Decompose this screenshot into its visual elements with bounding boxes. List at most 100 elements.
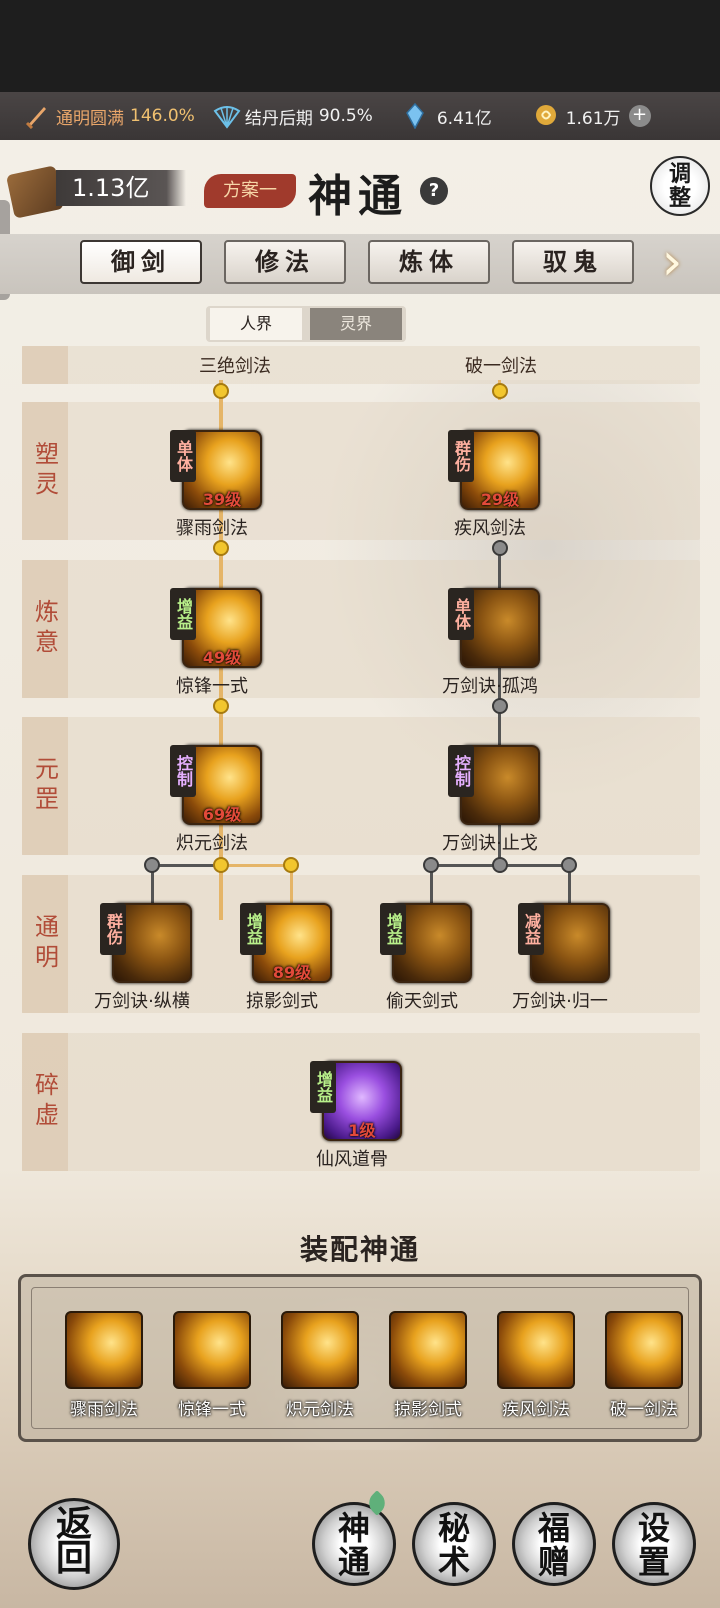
skill-guiyi[interactable]: 减益 万剑诀·归一: [490, 903, 630, 1023]
tab-yugui[interactable]: 驭鬼: [512, 240, 634, 284]
tier-label-lianyi: 炼意: [22, 560, 68, 698]
skill-type-tag: 控制: [448, 745, 474, 797]
skill-type-tag: 增益: [170, 588, 196, 640]
gold-coin-icon: [534, 103, 560, 129]
skill-toutian[interactable]: 增益 偷天剑式: [352, 903, 492, 1023]
tier-row-lianyi: 炼意: [22, 560, 700, 698]
skill-name: 惊锋一式: [176, 676, 248, 697]
skill-name: 万剑诀·孤鸿: [442, 676, 538, 697]
skill-lueying[interactable]: 增益 89级 掠影剑式: [212, 903, 352, 1023]
skill-type-tag: 单体: [170, 430, 196, 482]
equip-section-title: 装配神通: [299, 1233, 420, 1266]
tier-row-partial: [22, 346, 700, 384]
nav-fuzeng-top: 福: [537, 1509, 570, 1547]
realm-human[interactable]: 人界: [210, 308, 302, 340]
chevron-right-icon[interactable]: ›: [654, 236, 690, 290]
skill-icon: [605, 1311, 683, 1389]
skill-name: 偷天剑式: [386, 991, 458, 1012]
nav-shentong-top: 神: [337, 1509, 370, 1547]
skill-icon: [173, 1311, 251, 1389]
equip-slot-3[interactable]: 炽元剑法: [267, 1311, 367, 1421]
tier-row-suling: 塑灵: [22, 402, 700, 540]
adjust-label-bottom: 整: [668, 185, 691, 211]
back-label-bottom: 回: [55, 1537, 92, 1579]
resource-bar: 通明圆满 146.0% 结丹后期 90.5% 6.41亿 1.61万 +: [0, 92, 720, 140]
skill-name-sanjue[interactable]: 三绝剑法: [180, 352, 290, 378]
currency-amount: 1.13亿: [56, 170, 186, 206]
nav-shentong-button[interactable]: 神 通: [312, 1502, 396, 1586]
skill-name: 万剑诀·止戈: [442, 833, 538, 854]
skill-level: 1级: [348, 1121, 376, 1140]
sword-icon: [24, 103, 50, 130]
stage-value: 90.5%: [318, 106, 373, 126]
skill-type-tag: 减益: [518, 903, 544, 955]
nav-fuzeng-bottom: 赠: [537, 1543, 570, 1581]
cultivation-stat[interactable]: 通明圆满 146.0%: [24, 103, 195, 130]
tier-label-yuangang: 元罡: [22, 717, 68, 855]
nav-shezhi-button[interactable]: 设 置: [612, 1502, 696, 1586]
skill-jifeng[interactable]: 群伤 29级 疾风剑法: [420, 430, 560, 550]
back-label-top: 返: [55, 1503, 92, 1545]
skill-level: 29级: [480, 490, 520, 509]
skill-zhouyu[interactable]: 单体 39级 骤雨剑法: [142, 430, 282, 550]
skill-type-tag: 控制: [170, 745, 196, 797]
equip-slot-name: 骤雨剑法: [70, 1400, 138, 1420]
cultivation-label: 通明圆满: [56, 108, 124, 129]
stage-label: 结丹后期: [244, 108, 313, 129]
back-button[interactable]: 返 回: [28, 1498, 120, 1590]
page-title: 神通: [308, 171, 408, 222]
add-gold-button[interactable]: +: [628, 105, 651, 127]
skill-type-tag: 单体: [448, 588, 474, 640]
page-header: 1.13亿 方案一 神通 ? 调 整: [0, 150, 720, 228]
stage-stat[interactable]: 结丹后期 90.5%: [213, 103, 373, 129]
tier-label-suixu: 碎虚: [22, 1033, 68, 1171]
skill-jingfeng[interactable]: 增益 49级 惊锋一式: [142, 588, 282, 708]
skill-zhige[interactable]: 控制 万剑诀·止戈: [420, 745, 560, 865]
skill-zongheng[interactable]: 群伤 万剑诀·纵横: [72, 903, 212, 1023]
node-locked: [561, 857, 577, 873]
top-decor-band: [0, 0, 720, 92]
tab-lianti[interactable]: 炼体: [368, 240, 490, 284]
gold-stat[interactable]: 1.61万 +: [534, 103, 651, 129]
nav-shezhi-top: 设: [637, 1509, 670, 1547]
equip-slot-5[interactable]: 疾风剑法: [483, 1311, 583, 1421]
cultivation-value: 146.0%: [130, 106, 195, 126]
help-icon[interactable]: ?: [420, 177, 448, 205]
equip-slot-name: 炽元剑法: [286, 1400, 354, 1420]
tier-row-yuangang: 元罡: [22, 717, 700, 855]
skill-level: 89级: [272, 963, 312, 982]
skill-type-tag: 群伤: [100, 903, 126, 955]
adjust-label-top: 调: [668, 161, 691, 187]
equip-panel: 骤雨剑法 惊锋一式 炽元剑法 掠影剑式 疾风剑法 破一剑法: [18, 1274, 702, 1442]
skill-guhong[interactable]: 单体 万剑诀·孤鸿: [420, 588, 560, 708]
skill-chiyuan[interactable]: 控制 69级 炽元剑法: [142, 745, 282, 865]
skill-icon: [389, 1311, 467, 1389]
skill-name: 炽元剑法: [176, 833, 248, 854]
adjust-button[interactable]: 调 整: [650, 156, 710, 216]
skill-icon: [497, 1311, 575, 1389]
equip-slot-2[interactable]: 惊锋一式: [159, 1311, 259, 1421]
nav-mishu-button[interactable]: 秘 术: [412, 1502, 496, 1586]
tab-xiufa[interactable]: 修法: [224, 240, 346, 284]
plan-selector[interactable]: 方案一: [204, 174, 296, 208]
spirit-crystal-icon: [405, 102, 431, 130]
equip-slot-name: 惊锋一式: [178, 1400, 246, 1420]
equip-slot-1[interactable]: 骤雨剑法: [51, 1311, 151, 1421]
tab-yujian[interactable]: 御剑: [80, 240, 202, 284]
skill-name: 万剑诀·归一: [512, 991, 608, 1012]
realm-toggle: 人界 灵界: [206, 306, 406, 342]
skill-xianfeng[interactable]: 增益 1级 仙风道骨: [282, 1061, 422, 1181]
skill-type-tag: 增益: [240, 903, 266, 955]
skill-name: 万剑诀·纵横: [94, 991, 190, 1012]
tier-label-partial: [22, 346, 68, 384]
nav-fuzeng-button[interactable]: 福 赠: [512, 1502, 596, 1586]
equip-slot-6[interactable]: 破一剑法: [591, 1311, 691, 1421]
realm-spirit[interactable]: 灵界: [310, 308, 402, 340]
equip-slot-4[interactable]: 掠影剑式: [375, 1311, 475, 1421]
skill-name: 仙风道骨: [316, 1149, 388, 1170]
nav-shentong-bottom: 通: [337, 1543, 370, 1581]
tier-label-suling: 塑灵: [22, 402, 68, 540]
spirit-stone-stat[interactable]: 6.41亿: [405, 102, 492, 130]
gold-value: 1.61万: [565, 108, 621, 129]
skill-name-poyi[interactable]: 破一剑法: [446, 352, 556, 378]
